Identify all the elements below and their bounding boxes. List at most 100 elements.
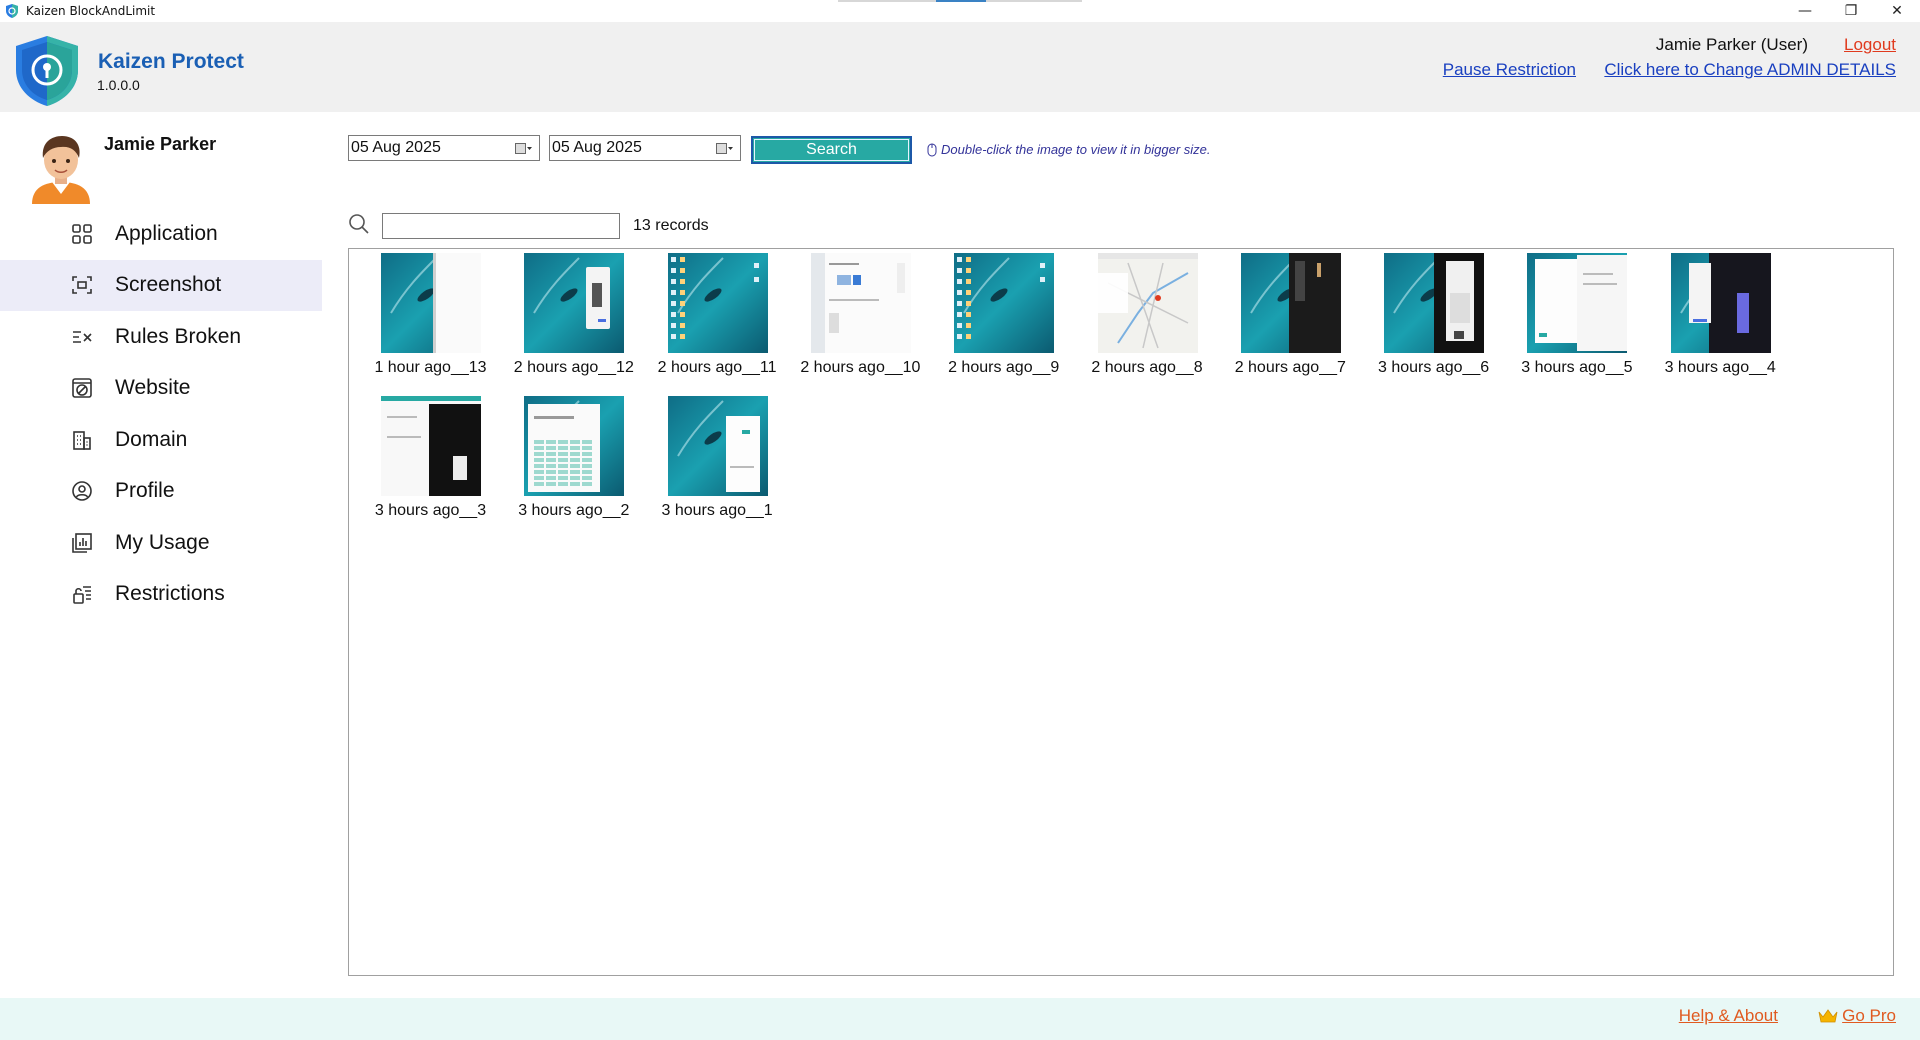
sidebar-item-rules-broken[interactable]: Rules Broken (0, 311, 322, 363)
sidebar-item-label: Restrictions (115, 582, 225, 606)
screenshot-thumbnail[interactable]: 2 hours ago__10 (789, 251, 932, 381)
sidebar-item-application[interactable]: Application (0, 208, 322, 260)
screenshot-image[interactable] (667, 396, 768, 496)
search-icon (349, 214, 369, 234)
sidebar: Jamie Parker Application Screenshot Rule… (0, 112, 322, 998)
screenshot-label: 2 hours ago__12 (513, 359, 634, 376)
from-date-value: 05 Aug 2025 (351, 139, 441, 156)
screenshot-label: 1 hour ago__13 (374, 359, 487, 376)
app-header: Kaizen Protect 1.0.0.0 Jamie Parker (Use… (0, 22, 1920, 112)
screenshot-image[interactable] (1527, 253, 1628, 353)
screenshot-image[interactable] (524, 253, 625, 353)
change-admin-details-link[interactable]: Click here to Change ADMIN DETAILS (1604, 60, 1896, 80)
screenshot-image[interactable] (1384, 253, 1485, 353)
go-pro-link[interactable]: Go Pro (1818, 1006, 1896, 1026)
minimize-button[interactable]: — (1782, 0, 1828, 22)
screenshot-image[interactable] (810, 253, 911, 353)
app-shield-icon (6, 4, 18, 18)
screenshot-label: 2 hours ago__11 (657, 359, 777, 376)
restore-button[interactable]: ❐ (1828, 0, 1874, 22)
app-version: 1.0.0.0 (97, 77, 140, 93)
screenshot-image[interactable] (1240, 253, 1341, 353)
sidebar-item-label: Website (115, 376, 191, 400)
search-button[interactable]: Search (751, 136, 912, 164)
screenshot-label: 3 hours ago__5 (1521, 359, 1633, 376)
rules-broken-icon (69, 324, 95, 350)
screenshot-thumbnail[interactable]: 3 hours ago__2 (502, 394, 645, 524)
screenshot-label: 3 hours ago__3 (374, 502, 487, 519)
screenshot-thumbnail[interactable]: 2 hours ago__8 (1076, 251, 1219, 381)
calendar-dropdown-icon (716, 143, 733, 154)
to-date-picker[interactable]: 05 Aug 2025 (549, 135, 741, 161)
screenshot-image[interactable] (381, 253, 481, 353)
current-user-label: Jamie Parker (User) (1655, 35, 1808, 54)
screenshot-image[interactable] (524, 396, 625, 496)
screenshot-thumbnail[interactable]: 3 hours ago__6 (1362, 251, 1505, 381)
sidebar-nav: Application Screenshot Rules Broken Webs… (0, 208, 322, 620)
screenshot-label: 3 hours ago__4 (1664, 359, 1776, 376)
screenshot-image[interactable] (954, 253, 1055, 353)
screenshot-thumbnail[interactable]: 3 hours ago__3 (359, 394, 502, 524)
filter-input[interactable] (382, 213, 620, 239)
hint-text: Double-click the image to view it in big… (926, 142, 1211, 157)
title-accent (838, 0, 1082, 2)
profile-icon (69, 478, 95, 504)
go-pro-label: Go Pro (1842, 1006, 1896, 1025)
screenshot-thumbnail[interactable]: 3 hours ago__4 (1649, 251, 1792, 381)
sidebar-item-profile[interactable]: Profile (0, 466, 322, 518)
screenshot-label: 2 hours ago__8 (1091, 359, 1203, 376)
screenshot-label: 3 hours ago__6 (1377, 359, 1490, 376)
avatar (32, 136, 90, 204)
screenshot-thumbnail[interactable]: 1 hour ago__13 (359, 251, 502, 381)
sidebar-item-label: Application (115, 221, 218, 245)
sidebar-item-label: My Usage (115, 530, 210, 554)
screenshot-icon (69, 272, 95, 298)
help-about-link[interactable]: Help & About (1679, 1006, 1778, 1026)
sidebar-item-restrictions[interactable]: Restrictions (0, 569, 322, 621)
sidebar-item-my-usage[interactable]: My Usage (0, 517, 322, 569)
screenshot-image[interactable] (381, 396, 481, 496)
grid-icon (69, 221, 95, 247)
sidebar-item-website[interactable]: Website (0, 363, 322, 415)
screenshot-label: 2 hours ago__7 (1234, 359, 1346, 376)
screenshot-label: 2 hours ago__9 (948, 359, 1060, 376)
to-date-value: 05 Aug 2025 (552, 139, 642, 156)
screenshot-thumbnail[interactable]: 2 hours ago__12 (502, 251, 645, 381)
from-date-picker[interactable]: 05 Aug 2025 (348, 135, 540, 161)
screenshot-label: 3 hours ago__2 (518, 502, 630, 519)
calendar-dropdown-icon (515, 143, 532, 154)
logout-link[interactable]: Logout (1844, 35, 1896, 55)
hint-label: Double-click the image to view it in big… (941, 142, 1211, 157)
window-title: Kaizen BlockAndLimit (26, 4, 156, 18)
brand-name: Kaizen Protect (98, 50, 244, 73)
sidebar-item-label: Profile (115, 479, 175, 503)
screenshot-image[interactable] (1097, 253, 1198, 353)
sidebar-item-domain[interactable]: Domain (0, 414, 322, 466)
domain-icon (69, 427, 95, 453)
website-block-icon (69, 375, 95, 401)
shield-logo-icon (16, 36, 78, 106)
screenshot-thumbnail[interactable]: 2 hours ago__9 (932, 251, 1075, 381)
pause-restriction-link[interactable]: Pause Restriction (1443, 60, 1576, 80)
screenshot-thumbnail[interactable]: 3 hours ago__5 (1505, 251, 1648, 381)
restrictions-icon (69, 581, 95, 607)
screenshot-image[interactable] (667, 253, 768, 353)
screenshot-image[interactable] (1670, 253, 1771, 353)
screenshot-gallery: 1 hour ago__13 2 hours ago__12 2 hours ago… (348, 248, 1894, 976)
close-button[interactable]: ✕ (1874, 0, 1920, 22)
sidebar-item-screenshot[interactable]: Screenshot (0, 259, 322, 311)
sidebar-item-label: Screenshot (115, 273, 222, 297)
window-controls: — ❐ ✕ (1782, 0, 1920, 22)
footer: Help & About Go Pro (0, 998, 1920, 1040)
usage-chart-icon (69, 530, 95, 556)
screenshot-thumbnail[interactable]: 2 hours ago__7 (1219, 251, 1362, 381)
screenshot-thumbnail[interactable]: 3 hours ago__1 (646, 394, 789, 524)
screenshot-thumbnail[interactable]: 2 hours ago__11 (646, 251, 789, 381)
sidebar-item-label: Domain (115, 427, 188, 451)
sidebar-item-label: Rules Broken (115, 324, 242, 348)
screenshot-label: 2 hours ago__10 (800, 359, 921, 376)
title-bar: Kaizen BlockAndLimit — ❐ ✕ (0, 0, 1920, 22)
crown-icon (1818, 1009, 1838, 1023)
records-count: 13 records (633, 217, 709, 234)
mouse-icon (927, 143, 937, 156)
